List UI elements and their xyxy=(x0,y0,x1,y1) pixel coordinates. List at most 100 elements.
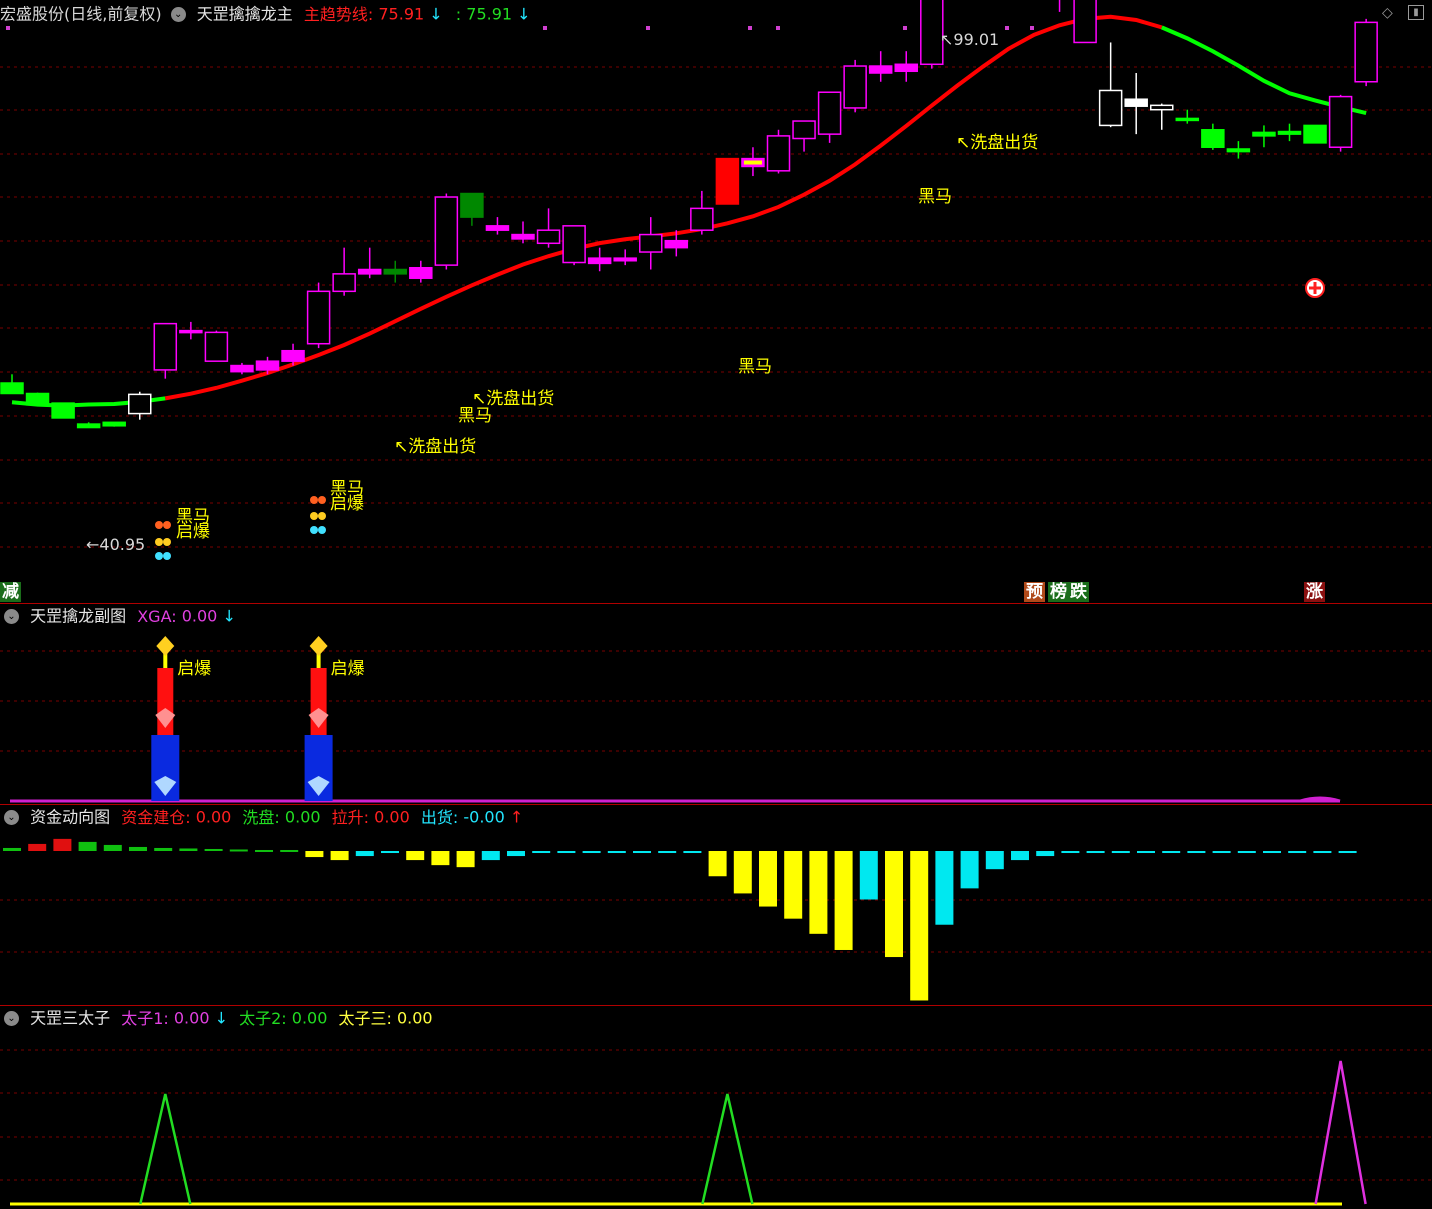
money-bar xyxy=(78,841,97,851)
signal-heima: 黑马 xyxy=(738,357,772,377)
candle-body xyxy=(1073,0,1097,44)
candle-body xyxy=(51,402,75,419)
money-bar xyxy=(658,851,677,854)
money-bar xyxy=(507,851,525,857)
candle-body xyxy=(1252,131,1276,137)
candle-body xyxy=(1303,124,1327,144)
money-bar xyxy=(330,851,349,861)
butterfly-icon xyxy=(310,496,318,504)
signal-wash: ↖洗盘出货 xyxy=(956,133,1038,153)
money-bar xyxy=(28,843,47,851)
money-bar xyxy=(406,851,425,861)
butterfly-icon xyxy=(318,526,326,534)
money-bar xyxy=(1237,851,1256,854)
money-bar xyxy=(1011,851,1029,861)
butterfly-icon xyxy=(155,521,163,529)
money-bar xyxy=(204,848,223,851)
candle-body xyxy=(868,65,893,74)
signal-qibao: 启爆 xyxy=(330,494,364,514)
butterfly-icon xyxy=(163,521,171,529)
signal-wash: ↖洗盘出货 xyxy=(472,389,554,409)
prince-peak xyxy=(1314,1060,1367,1205)
money-bar xyxy=(53,838,72,851)
money-bar xyxy=(103,844,122,851)
candle-body xyxy=(894,63,918,73)
candle-body xyxy=(1201,129,1225,148)
top-dot xyxy=(903,26,907,30)
money-bar xyxy=(582,851,601,854)
money-bar xyxy=(1338,851,1357,854)
money-bar xyxy=(229,849,248,852)
money-bar xyxy=(381,851,399,854)
money-bar xyxy=(607,851,626,854)
money-bar xyxy=(3,847,21,851)
money-bar xyxy=(1162,851,1181,854)
signal-qibao: 启爆 xyxy=(177,659,211,679)
candle-body xyxy=(843,65,867,109)
money-bar xyxy=(456,851,475,868)
candle-body xyxy=(1098,89,1123,127)
signal-qibao: 启爆 xyxy=(331,659,365,679)
candle-body xyxy=(562,225,586,264)
money-bar xyxy=(859,851,878,900)
candle-body xyxy=(306,290,331,345)
candle-body xyxy=(587,257,612,265)
money-bar xyxy=(481,851,500,861)
low-price-label: ←40.95 xyxy=(86,535,145,554)
top-dot xyxy=(1005,26,1009,30)
money-bar xyxy=(305,851,324,858)
candle-body xyxy=(383,268,407,275)
candle-body xyxy=(357,268,382,275)
candle-body xyxy=(613,257,637,262)
candle-body xyxy=(332,273,356,293)
candle-body xyxy=(1124,98,1148,107)
candle-body xyxy=(690,207,714,231)
money-bar xyxy=(708,851,727,877)
top-dot xyxy=(776,26,780,30)
candle-body xyxy=(76,423,101,429)
money-bar xyxy=(1086,851,1105,854)
money-bar xyxy=(960,851,979,889)
butterfly-icon xyxy=(155,552,163,560)
money-bar xyxy=(532,851,551,854)
butterfly-icon xyxy=(318,512,326,520)
money-bar xyxy=(129,846,147,851)
money-bar xyxy=(885,851,903,958)
candle-body xyxy=(1354,21,1378,83)
money-bar xyxy=(759,851,777,907)
candle-body xyxy=(1226,148,1251,153)
high-price-label: ↖99.01 xyxy=(940,30,999,49)
candle-body xyxy=(511,233,535,240)
candle-body xyxy=(1277,130,1302,135)
money-bar xyxy=(1036,851,1055,857)
money-bar xyxy=(355,851,374,857)
butterfly-icon xyxy=(318,496,326,504)
money-bar xyxy=(633,851,651,854)
candle-body xyxy=(766,135,791,172)
money-bar xyxy=(834,851,853,950)
money-bar xyxy=(809,851,828,934)
signal-qibao: 启爆 xyxy=(176,522,210,542)
candle-body xyxy=(153,322,178,371)
money-bar xyxy=(1111,851,1130,854)
butterfly-icon xyxy=(163,552,171,560)
prince-peak xyxy=(701,1093,754,1205)
money-bar xyxy=(733,851,752,894)
money-bar xyxy=(1263,851,1281,854)
money-bar xyxy=(1061,851,1080,854)
candle-body xyxy=(639,233,663,253)
top-dot xyxy=(1030,26,1034,30)
candle-body xyxy=(102,421,126,427)
money-bar xyxy=(784,851,803,919)
signal-heima: 黑马 xyxy=(918,187,952,207)
top-dot xyxy=(543,26,547,30)
money-bar xyxy=(935,851,954,925)
candle-body xyxy=(460,192,484,218)
money-bar xyxy=(1313,851,1332,854)
candle-body xyxy=(1328,95,1353,148)
candle-body xyxy=(792,120,816,140)
candle-mark xyxy=(743,160,762,165)
chart-canvas[interactable]: ↖99.01←40.95黑马启爆黑马启爆↖洗盘出货黑马↖洗盘出货黑马黑马↖洗盘出… xyxy=(0,0,1432,1209)
top-dot xyxy=(748,26,752,30)
candle-body xyxy=(230,364,254,373)
